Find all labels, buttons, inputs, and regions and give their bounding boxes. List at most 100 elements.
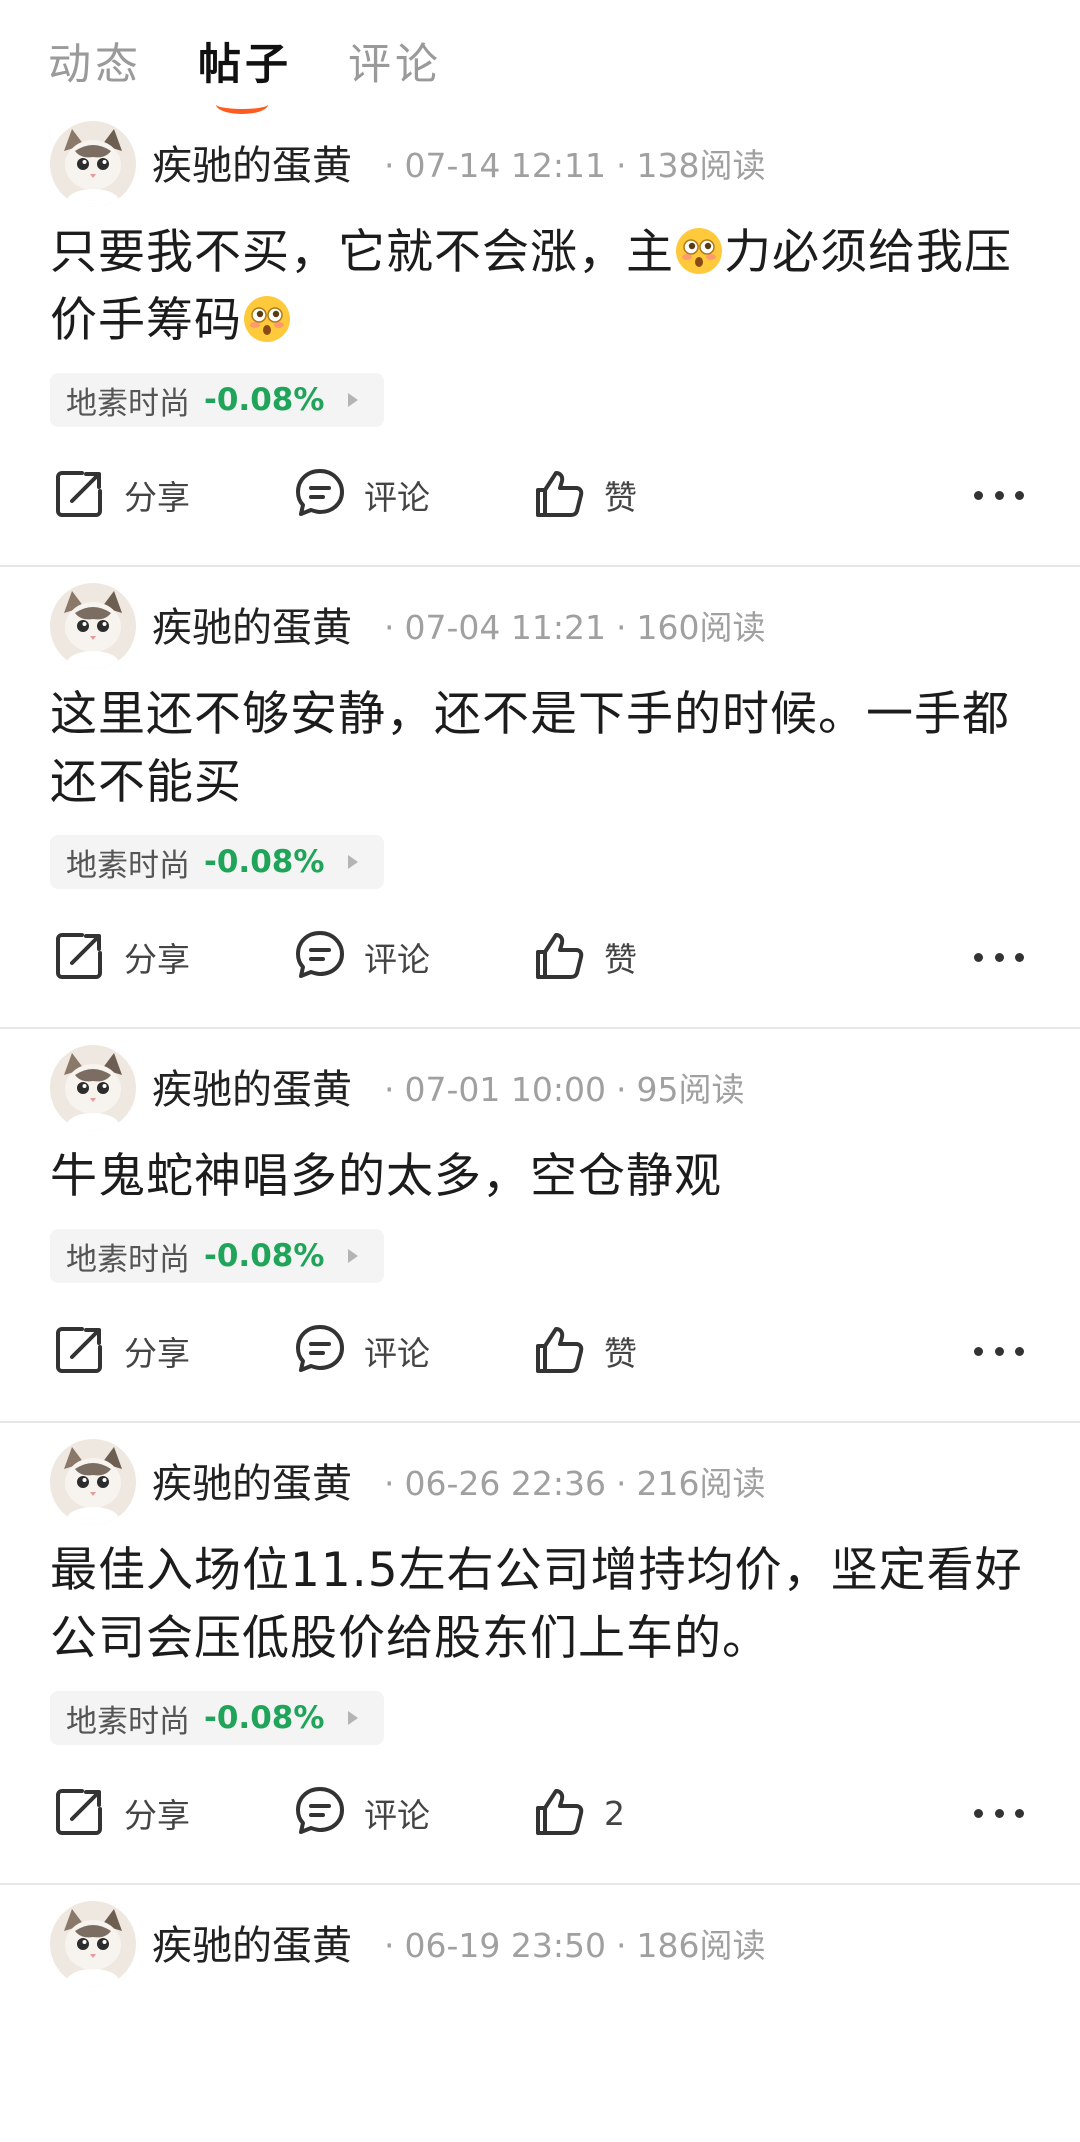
comment-label: 评论: [364, 1334, 430, 1373]
share-button[interactable]: 分享: [52, 465, 190, 525]
like-button[interactable]: 2: [532, 1783, 625, 1843]
like-button[interactable]: 赞: [532, 1321, 637, 1381]
share-label: 分享: [124, 1796, 190, 1835]
comment-icon: [292, 1321, 348, 1381]
chevron-right-icon: [348, 1249, 359, 1263]
stock-name: 地素时尚: [66, 1241, 190, 1278]
post-actions: 分享 评论 赞: [0, 1283, 1080, 1421]
post-list: 疾驰的蛋黄 · 07-14 12:11 · 138阅读只要我不买，它就不会涨，主 力必须…: [0, 105, 1080, 1987]
tab-dynamics[interactable]: 动态: [48, 30, 142, 92]
tab-posts[interactable]: 帖子: [198, 30, 292, 92]
more-options-button[interactable]: [974, 1339, 1024, 1363]
post-header: 疾驰的蛋黄 · 07-01 10:00 · 95阅读: [0, 1029, 1080, 1139]
stock-name: 地素时尚: [66, 847, 190, 884]
post-header: 疾驰的蛋黄 · 07-14 12:11 · 138阅读: [0, 105, 1080, 215]
post-content[interactable]: 最佳入场位11.5左右公司增持均价，坚定看好公司会压低股价给股东们上车的。: [50, 1533, 1030, 1673]
more-options-button[interactable]: [974, 483, 1024, 507]
read-count: 186阅读: [636, 1926, 766, 1965]
post-actions: 分享 评论 赞: [0, 889, 1080, 1027]
stock-change: -0.08%: [204, 1238, 325, 1274]
stock-tag[interactable]: 地素时尚 -0.08%: [50, 1691, 385, 1745]
avatar[interactable]: [50, 1901, 136, 1987]
avatar[interactable]: [50, 583, 136, 669]
like-label: 2: [604, 1793, 625, 1833]
chevron-right-icon: [348, 855, 359, 869]
comment-icon: [292, 465, 348, 525]
avatar[interactable]: [50, 121, 136, 207]
share-button[interactable]: 分享: [52, 1783, 190, 1843]
like-label: 赞: [604, 1334, 637, 1373]
post-actions: 分享 评论 2: [0, 1745, 1080, 1883]
stock-tag[interactable]: 地素时尚 -0.08%: [50, 1229, 385, 1283]
read-count: 138阅读: [636, 146, 766, 185]
flushed-face-emoji-icon: [674, 226, 724, 276]
read-count: 216阅读: [636, 1464, 766, 1503]
comment-icon: [292, 1783, 348, 1843]
read-count: 95阅读: [636, 1070, 745, 1109]
like-button[interactable]: 赞: [532, 465, 637, 525]
share-icon: [52, 1321, 108, 1381]
avatar[interactable]: [50, 1439, 136, 1525]
comment-button[interactable]: 评论: [292, 927, 430, 987]
post-meta: · 07-04 11:21 · 160阅读: [384, 608, 766, 647]
comment-button[interactable]: 评论: [292, 1783, 430, 1843]
thumbs-up-icon: [532, 1783, 588, 1843]
post-meta: · 07-01 10:00 · 95阅读: [384, 1070, 745, 1109]
post-content[interactable]: 牛鬼蛇神唱多的太多，空仓静观: [50, 1139, 1030, 1211]
share-button[interactable]: 分享: [52, 927, 190, 987]
stock-change: -0.08%: [204, 844, 325, 880]
chevron-right-icon: [348, 393, 359, 407]
like-label: 赞: [604, 940, 637, 979]
more-options-button[interactable]: [974, 945, 1024, 969]
stock-tag[interactable]: 地素时尚 -0.08%: [50, 373, 385, 427]
more-options-button[interactable]: [974, 1801, 1024, 1825]
share-label: 分享: [124, 478, 190, 517]
post-content[interactable]: 这里还不够安静，还不是下手的时候。一手都还不能买: [50, 677, 1030, 817]
post-item[interactable]: 疾驰的蛋黄 · 06-19 23:50 · 186阅读: [0, 1885, 1080, 1987]
post-date: 07-14 12:11: [404, 146, 606, 185]
post-item[interactable]: 疾驰的蛋黄 · 07-14 12:11 · 138阅读只要我不买，它就不会涨，主 力必须…: [0, 105, 1080, 567]
comment-button[interactable]: 评论: [292, 1321, 430, 1381]
author-name[interactable]: 疾驰的蛋黄: [152, 133, 352, 191]
post-meta: · 06-19 23:50 · 186阅读: [384, 1926, 766, 1965]
stock-change: -0.08%: [204, 382, 325, 418]
like-button[interactable]: 赞: [532, 927, 637, 987]
flushed-face-emoji-icon: [242, 294, 292, 344]
post-date: 07-04 11:21: [404, 608, 606, 647]
stock-change: -0.08%: [204, 1700, 325, 1736]
author-name[interactable]: 疾驰的蛋黄: [152, 1057, 352, 1115]
post-header: 疾驰的蛋黄 · 06-26 22:36 · 216阅读: [0, 1423, 1080, 1533]
post-date: 07-01 10:00: [404, 1070, 606, 1109]
post-header: 疾驰的蛋黄 · 06-19 23:50 · 186阅读: [0, 1885, 1080, 1995]
post-item[interactable]: 疾驰的蛋黄 · 07-01 10:00 · 95阅读牛鬼蛇神唱多的太多，空仓静观地素时尚…: [0, 1029, 1080, 1423]
thumbs-up-icon: [532, 927, 588, 987]
post-item[interactable]: 疾驰的蛋黄 · 06-26 22:36 · 216阅读最佳入场位11.5左右公司增持均价…: [0, 1423, 1080, 1885]
share-icon: [52, 465, 108, 525]
share-label: 分享: [124, 1334, 190, 1373]
stock-name: 地素时尚: [66, 1703, 190, 1740]
like-label: 赞: [604, 478, 637, 517]
share-icon: [52, 1783, 108, 1843]
tab-bar: 动态 帖子 评论: [0, 0, 1080, 120]
thumbs-up-icon: [532, 1321, 588, 1381]
comment-button[interactable]: 评论: [292, 465, 430, 525]
share-button[interactable]: 分享: [52, 1321, 190, 1381]
read-count: 160阅读: [636, 608, 766, 647]
comment-icon: [292, 927, 348, 987]
post-meta: · 06-26 22:36 · 216阅读: [384, 1464, 766, 1503]
post-content[interactable]: 只要我不买，它就不会涨，主 力必须给我压价手筹码: [50, 215, 1030, 355]
author-name[interactable]: 疾驰的蛋黄: [152, 1913, 352, 1971]
post-date: 06-19 23:50: [404, 1926, 606, 1965]
share-label: 分享: [124, 940, 190, 979]
post-actions: 分享 评论 赞: [0, 427, 1080, 565]
avatar[interactable]: [50, 1045, 136, 1131]
post-item[interactable]: 疾驰的蛋黄 · 07-04 11:21 · 160阅读这里还不够安静，还不是下手的时候。…: [0, 567, 1080, 1029]
author-name[interactable]: 疾驰的蛋黄: [152, 595, 352, 653]
share-icon: [52, 927, 108, 987]
stock-tag[interactable]: 地素时尚 -0.08%: [50, 835, 385, 889]
thumbs-up-icon: [532, 465, 588, 525]
tab-comments[interactable]: 评论: [348, 30, 442, 92]
post-meta: · 07-14 12:11 · 138阅读: [384, 146, 766, 185]
comment-label: 评论: [364, 1796, 430, 1835]
author-name[interactable]: 疾驰的蛋黄: [152, 1451, 352, 1509]
